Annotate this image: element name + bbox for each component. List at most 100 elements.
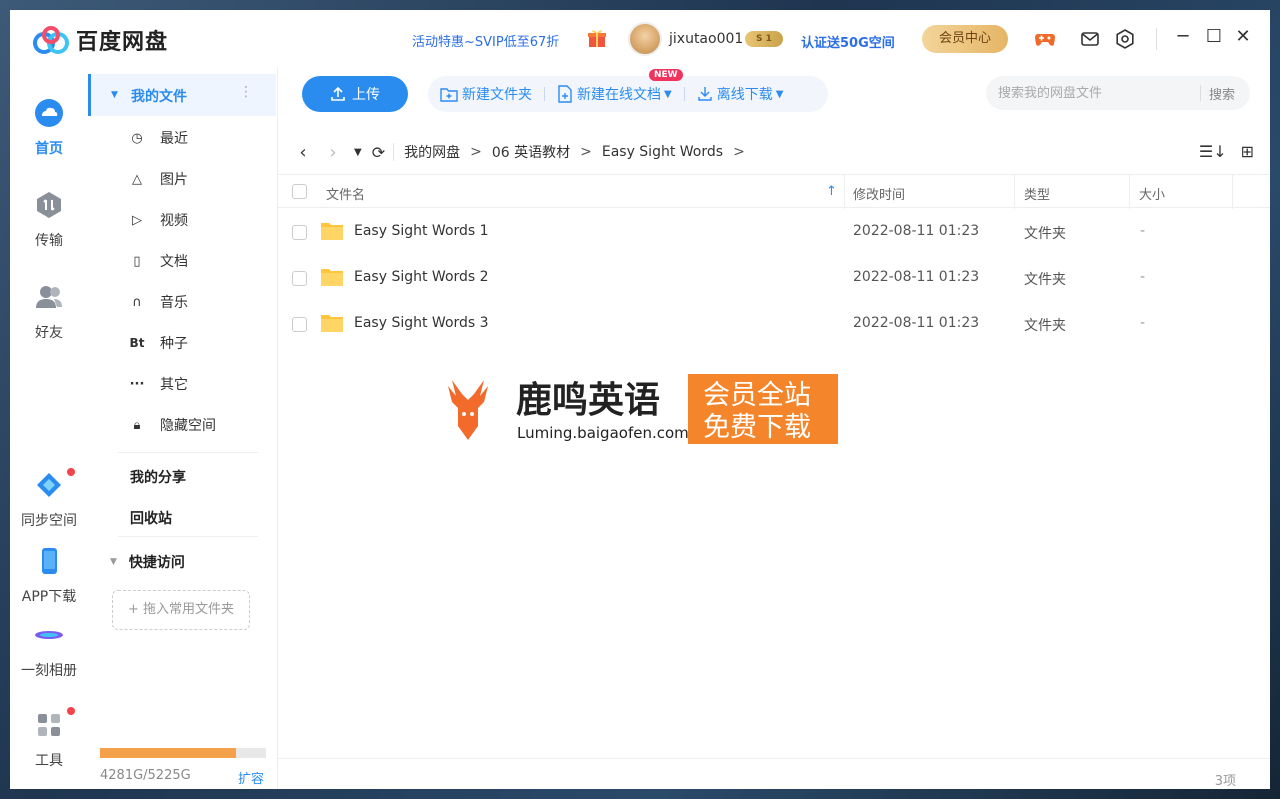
upload-button[interactable]: 上传 <box>302 76 408 112</box>
rail-item-transfer[interactable]: 传输 <box>10 190 88 250</box>
sidebar-item-documents[interactable]: ▯ 文档 <box>128 251 188 271</box>
grid-view-icon[interactable]: ⊞ <box>1241 142 1254 161</box>
maximize-icon[interactable]: ☐ <box>1203 26 1225 48</box>
table-row[interactable]: Easy Sight Words 3 2022-08-11 01:23 文件夹 … <box>278 301 1270 347</box>
watermark-line2: 免费下载 <box>703 412 811 443</box>
torrent-icon: Bt <box>129 336 145 350</box>
sidebar-item-torrents[interactable]: Bt 种子 <box>128 333 188 353</box>
search-button[interactable]: 搜索 <box>1201 84 1235 103</box>
sidebar: ▼ 我的文件 ⋮ ◷ 最近 △ 图片 ▷ 视频 ▯ 文档 ∩ 音乐 Bt 种子 <box>88 68 278 789</box>
breadcrumb-item[interactable]: 我的网盘 <box>404 142 460 162</box>
sidebar-item-videos[interactable]: ▷ 视频 <box>128 210 188 230</box>
album-icon <box>35 631 63 639</box>
column-header-name[interactable]: 文件名 <box>326 184 365 203</box>
verify-link[interactable]: 认证送50G空间 <box>801 32 895 51</box>
deer-logo-icon <box>448 380 488 440</box>
rail-item-app-download[interactable]: APP下载 <box>10 546 88 606</box>
sidebar-item-hidden-space[interactable]: 🔒︎ 隐藏空间 <box>128 415 216 435</box>
row-checkbox[interactable] <box>292 317 307 332</box>
column-divider[interactable] <box>1232 175 1233 209</box>
folder-icon <box>321 223 343 240</box>
file-size: - <box>1140 223 1146 239</box>
column-divider[interactable] <box>1014 175 1015 209</box>
new-online-doc-button[interactable]: 新建在线文档 ▼ NEW <box>557 69 683 104</box>
close-icon[interactable]: ✕ <box>1232 26 1254 48</box>
search-input[interactable] <box>986 85 1200 101</box>
table-header: 文件名 ↑ 修改时间 类型 大小 <box>278 174 1270 209</box>
footer-divider <box>278 758 1270 759</box>
upload-icon <box>331 86 345 101</box>
sidebar-item-recent[interactable]: ◷ 最近 <box>128 128 188 148</box>
refresh-icon[interactable]: ⟳ <box>372 143 385 162</box>
file-modified: 2022-08-11 01:23 <box>853 223 980 239</box>
sidebar-item-images[interactable]: △ 图片 <box>128 169 188 189</box>
sidebar-item-my-share[interactable]: 我的分享 <box>130 467 186 487</box>
breadcrumb-item[interactable]: Easy Sight Words <box>602 144 723 160</box>
rail-label: 传输 <box>35 233 63 249</box>
row-checkbox[interactable] <box>292 271 307 286</box>
minimize-icon[interactable]: ─ <box>1172 26 1194 48</box>
forward-icon[interactable]: › <box>318 142 348 163</box>
column-divider[interactable] <box>844 175 845 209</box>
gift-icon[interactable] <box>586 28 608 48</box>
sidebar-item-label: 其它 <box>160 377 188 393</box>
more-icon: ··· <box>129 376 145 392</box>
sidebar-item-recycle-bin[interactable]: 回收站 <box>130 508 172 528</box>
settings-icon[interactable] <box>1114 28 1136 50</box>
file-size: - <box>1140 269 1146 285</box>
expand-storage-link[interactable]: 扩容 <box>238 768 264 787</box>
collapse-triangle-icon: ▼ <box>111 90 118 100</box>
sidebar-item-other[interactable]: ··· 其它 <box>128 374 188 394</box>
username[interactable]: jixutao001 <box>669 31 743 47</box>
storage-bar-fill <box>100 748 236 758</box>
folder-icon <box>321 269 343 286</box>
column-divider[interactable] <box>1129 175 1130 209</box>
sort-icon[interactable]: ☰↓ <box>1199 142 1227 161</box>
sidebar-item-music[interactable]: ∩ 音乐 <box>128 292 188 312</box>
rail-item-home[interactable]: 首页 <box>10 98 88 158</box>
back-icon[interactable]: ‹ <box>288 142 318 163</box>
quick-access-header[interactable]: ▼ 快捷访问 <box>110 552 185 572</box>
rail-label: 一刻相册 <box>21 663 77 679</box>
member-center-button[interactable]: 会员中心 <box>922 25 1008 53</box>
breadcrumb-bar: ‹ › ▼ ⟳ 我的网盘 > 06 英语教材 > Easy Sight Word… <box>278 132 1270 172</box>
column-header-type[interactable]: 类型 <box>1024 184 1050 203</box>
file-name[interactable]: Easy Sight Words 2 <box>354 269 489 285</box>
sidebar-item-label: 视频 <box>160 213 188 229</box>
rail-item-sync[interactable]: 同步空间 <box>10 470 88 530</box>
download-icon <box>698 87 712 101</box>
row-checkbox[interactable] <box>292 225 307 240</box>
file-name[interactable]: Easy Sight Words 1 <box>354 223 489 239</box>
watermark-banner: 鹿鸣英语 Luming.baigaofen.com 会员全站 免费下载 <box>448 374 838 444</box>
offline-download-button[interactable]: 离线下载 ▼ <box>697 84 783 104</box>
app-logo[interactable]: 百度网盘 <box>32 24 168 56</box>
file-name[interactable]: Easy Sight Words 3 <box>354 315 489 331</box>
rail-item-tools[interactable]: 工具 <box>10 710 88 770</box>
collapse-triangle-icon: ▼ <box>110 557 117 567</box>
column-header-size[interactable]: 大小 <box>1139 184 1165 203</box>
item-count: 3项 <box>1214 774 1236 789</box>
sidebar-item-my-files[interactable]: ▼ 我的文件 ⋮ <box>88 74 276 116</box>
new-folder-button[interactable]: 新建文件夹 <box>440 84 532 104</box>
user-avatar[interactable] <box>628 22 662 56</box>
table-row[interactable]: Easy Sight Words 2 2022-08-11 01:23 文件夹 … <box>278 255 1270 301</box>
quick-access-dropzone[interactable]: + 拖入常用文件夹 <box>112 590 250 630</box>
sidebar-item-label: 文档 <box>160 254 188 270</box>
more-vertical-icon[interactable]: ⋮ <box>239 84 253 100</box>
table-row[interactable]: Easy Sight Words 1 2022-08-11 01:23 文件夹 … <box>278 209 1270 255</box>
select-all-checkbox[interactable] <box>292 184 307 199</box>
rail-item-album[interactable]: 一刻相册 <box>10 620 88 680</box>
history-dropdown-icon[interactable]: ▼ <box>354 147 362 158</box>
rail-item-friends[interactable]: 好友 <box>10 282 88 342</box>
rail-label: 同步空间 <box>21 513 77 529</box>
column-header-modified[interactable]: 修改时间 <box>853 184 905 203</box>
promo-link[interactable]: 活动特惠~SVIP低至67折 <box>412 31 559 50</box>
search-box: 搜索 <box>986 76 1250 110</box>
notification-dot <box>67 468 75 476</box>
mail-icon[interactable] <box>1079 28 1101 50</box>
game-icon[interactable] <box>1034 28 1056 50</box>
phone-icon <box>42 548 57 574</box>
breadcrumb-item[interactable]: 06 英语教材 <box>492 142 570 162</box>
watermark-brand: 鹿鸣英语 <box>516 380 660 421</box>
sort-ascending-icon[interactable]: ↑ <box>826 184 837 199</box>
